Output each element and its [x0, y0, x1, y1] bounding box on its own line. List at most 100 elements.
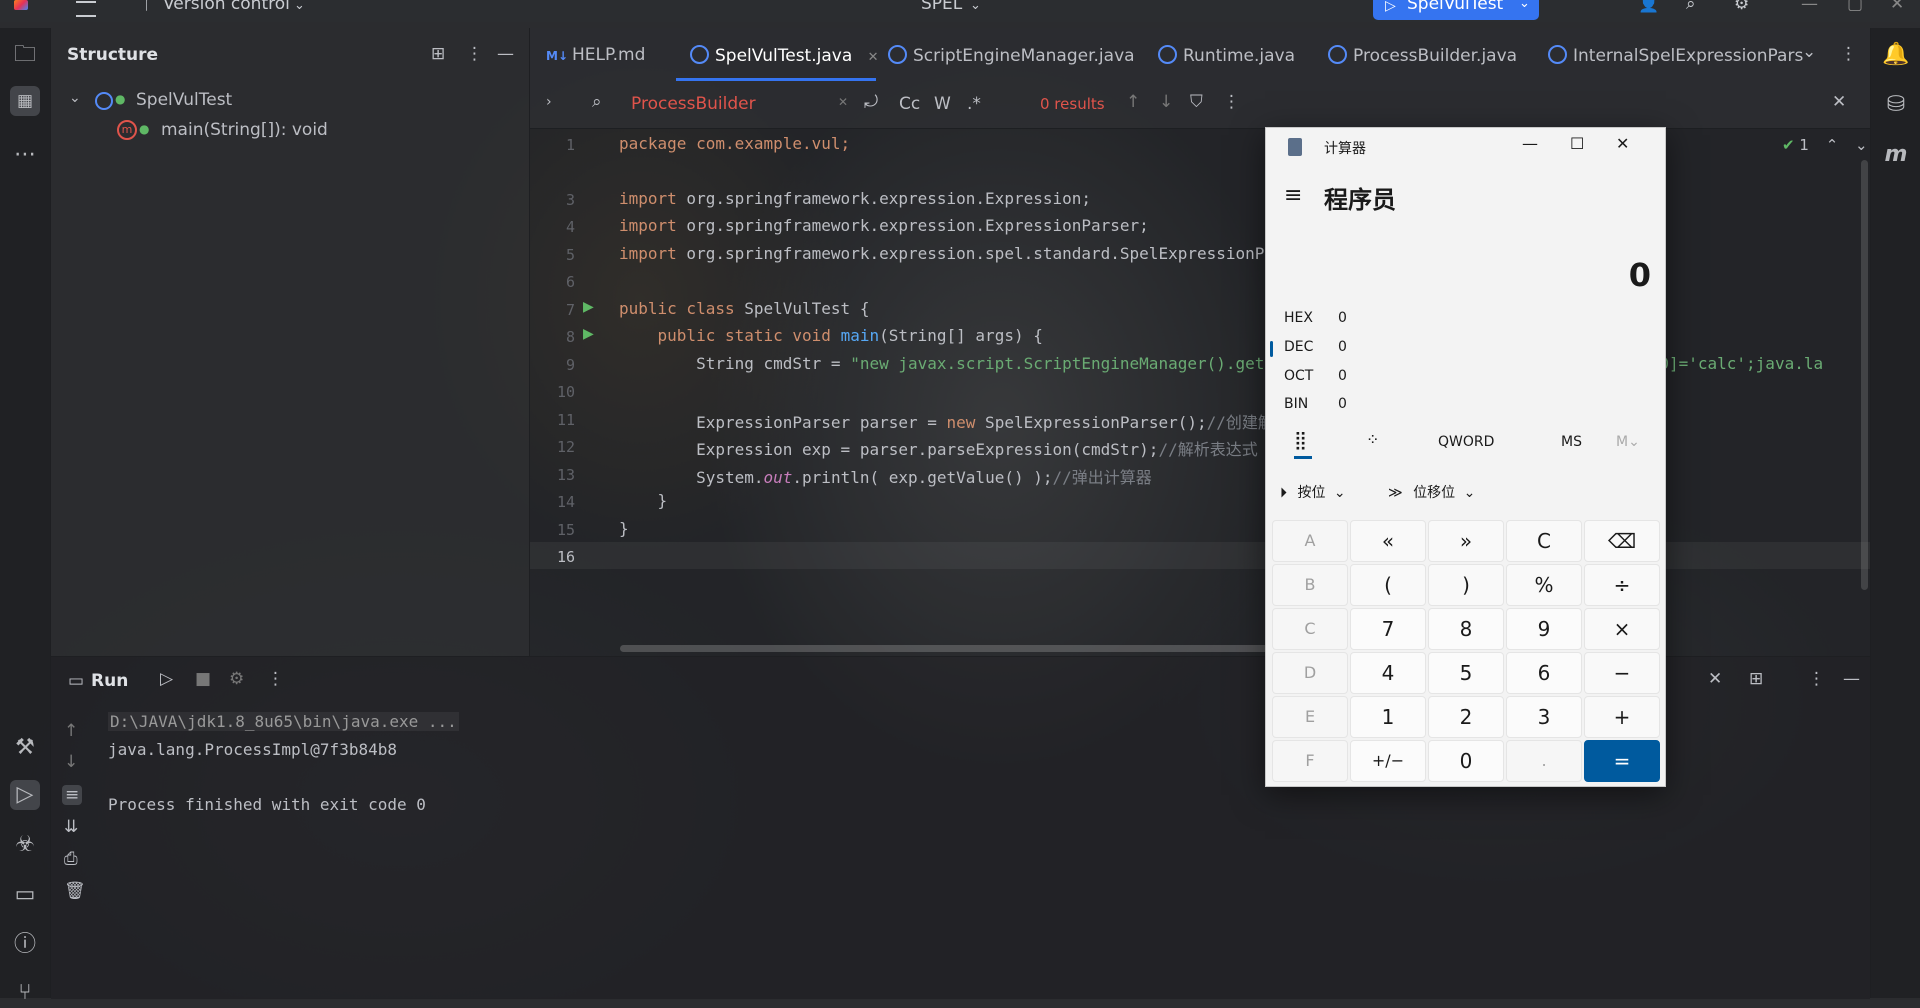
close-run-tab-icon[interactable]: ✕ [1708, 669, 1722, 689]
problems-icon[interactable]: ⓘ [10, 930, 40, 960]
key-decimal[interactable]: . [1506, 740, 1582, 782]
calc-minimize-icon[interactable]: — [1522, 134, 1538, 153]
close-find-icon[interactable]: ✕ [1832, 92, 1846, 112]
tab-processbuilder[interactable]: ProcessBuilder.java [1328, 45, 1517, 66]
search-everywhere-icon[interactable]: ⌕ [1686, 0, 1696, 14]
key-add[interactable]: + [1584, 696, 1660, 738]
rerun-failed-icon[interactable]: ⚙ [229, 669, 244, 689]
app-logo-icon[interactable] [14, 0, 28, 10]
soft-wrap-icon[interactable]: ≡ [62, 785, 83, 805]
structure-options-icon[interactable]: ⊞ [431, 44, 445, 64]
layout-icon[interactable]: ⊞ [1749, 669, 1763, 689]
key-hex-c[interactable]: C [1272, 608, 1348, 650]
run-gutter-icon[interactable]: ▶ [583, 299, 594, 315]
bitshift-dropdown[interactable]: ≫ 位移位 ⌄ [1388, 482, 1475, 502]
more-tools-icon[interactable]: ⋯ [10, 140, 40, 170]
word-size-button[interactable]: QWORD [1438, 434, 1494, 450]
project-chevron-icon[interactable]: ⌄ [970, 0, 981, 13]
key-8[interactable]: 8 [1428, 608, 1504, 650]
key-5[interactable]: 5 [1428, 652, 1504, 694]
whole-word-toggle[interactable]: W [934, 94, 951, 114]
key-hex-a[interactable]: A [1272, 520, 1348, 562]
maximize-window-icon[interactable]: ▢ [1847, 0, 1863, 14]
tabs-dropdown-icon[interactable]: ⌄ [1802, 42, 1816, 62]
previous-match-icon[interactable]: ↑ [1126, 92, 1140, 112]
key-hex-f[interactable]: F [1272, 740, 1348, 782]
radix-row-bin[interactable]: BIN 0 [1266, 396, 1665, 420]
scroll-up-icon[interactable]: ↑ [64, 721, 78, 741]
structure-minimize-icon[interactable]: — [497, 44, 514, 64]
clear-console-icon[interactable]: 🗑 [64, 881, 86, 901]
radix-row-dec[interactable]: DEC 0 [1266, 339, 1665, 363]
project-name[interactable]: SPEL [921, 0, 962, 14]
tabs-more-icon[interactable]: ⋮ [1840, 44, 1857, 64]
memory-recall-button[interactable]: M⌄ [1616, 434, 1640, 450]
key-4[interactable]: 4 [1350, 652, 1426, 694]
key-multiply[interactable]: × [1584, 608, 1660, 650]
key-open-paren[interactable]: ( [1350, 564, 1426, 606]
build-hammer-icon[interactable]: ⚒ [10, 733, 40, 763]
regex-toggle[interactable]: .* [967, 94, 981, 114]
minimize-window-icon[interactable]: — [1801, 0, 1818, 14]
run-more-icon[interactable]: ⋮ [267, 669, 284, 689]
tab-internalspelexpressionparser[interactable]: InternalSpelExpressionPars [1548, 45, 1803, 66]
tree-node-method[interactable]: m ● main(String[]): void [117, 120, 497, 144]
terminal-icon[interactable]: ▭ [10, 880, 40, 910]
stop-icon[interactable]: ■ [195, 669, 211, 689]
key-backspace[interactable]: ⌫ [1584, 520, 1660, 562]
main-menu-icon[interactable] [76, 1, 96, 17]
settings-gear-icon[interactable]: ⚙ [1734, 0, 1749, 14]
print-icon[interactable]: ⎙ [64, 849, 78, 869]
project-folder-icon[interactable]: 🗀 [10, 40, 40, 70]
run-panel-options-icon[interactable]: ⋮ [1808, 669, 1825, 689]
match-case-toggle[interactable]: Cc [899, 94, 920, 114]
run-config-button[interactable]: ▷ SpelVulTest ⌄ [1373, 0, 1539, 20]
run-tool-icon[interactable]: ▷ [10, 780, 40, 810]
structure-icon[interactable]: ▦ [10, 86, 40, 116]
key-9[interactable]: 9 [1506, 608, 1582, 650]
close-tab-icon[interactable]: ✕ [868, 50, 879, 65]
hide-run-panel-icon[interactable]: — [1843, 669, 1860, 689]
bitwise-dropdown[interactable]: ⏵ 按位 ⌄ [1280, 482, 1346, 502]
key-rotate-right[interactable]: » [1428, 520, 1504, 562]
wrap-search-icon[interactable]: ⤾ [864, 92, 878, 112]
tab-help-md[interactable]: M↓ HELP.md [546, 45, 645, 65]
key-7[interactable]: 7 [1350, 608, 1426, 650]
structure-more-icon[interactable]: ⋮ [466, 44, 483, 64]
next-highlight-icon[interactable]: ⌄ [1855, 136, 1868, 154]
key-negate[interactable]: +/− [1350, 740, 1426, 782]
vcs-menu[interactable]: Version control [163, 0, 290, 14]
key-hex-b[interactable]: B [1272, 564, 1348, 606]
git-icon[interactable]: ⑂ [10, 978, 40, 1008]
key-rotate-left[interactable]: « [1350, 520, 1426, 562]
key-equals[interactable]: = [1584, 740, 1660, 782]
run-config-chevron-icon[interactable]: ⌄ [1519, 0, 1530, 11]
key-6[interactable]: 6 [1506, 652, 1582, 694]
filter-icon[interactable]: ⛉ [1190, 92, 1203, 112]
inspection-widget[interactable]: ✔ 1 ⌃ ⌄ [1782, 136, 1868, 154]
next-match-icon[interactable]: ↓ [1159, 92, 1173, 112]
run-gutter-icon[interactable]: ▶ [583, 326, 594, 342]
calc-nav-menu-icon[interactable]: ≡ [1284, 183, 1302, 208]
search-input[interactable]: ProcessBuilder [631, 94, 756, 114]
calc-maximize-icon[interactable]: ☐ [1570, 134, 1584, 153]
key-2[interactable]: 2 [1428, 696, 1504, 738]
prev-highlight-icon[interactable]: ⌃ [1826, 136, 1839, 154]
radix-row-hex[interactable]: HEX 0 [1266, 310, 1665, 334]
key-subtract[interactable]: − [1584, 652, 1660, 694]
search-icon[interactable]: ⌕ [592, 92, 602, 112]
bit-toggle-keypad-icon[interactable]: ⁘ [1366, 430, 1379, 449]
key-close-paren[interactable]: ) [1428, 564, 1504, 606]
key-0[interactable]: 0 [1428, 740, 1504, 782]
full-keypad-icon[interactable]: ⣿ [1294, 430, 1307, 451]
tab-runtime[interactable]: Runtime.java [1158, 45, 1295, 66]
key-hex-d[interactable]: D [1272, 652, 1348, 694]
scroll-to-end-icon[interactable]: ⇊ [64, 817, 78, 837]
add-user-icon[interactable]: 👤 [1638, 0, 1659, 14]
clear-search-icon[interactable]: ✕ [838, 95, 848, 109]
vcs-chevron-icon[interactable]: ⌄ [294, 0, 305, 13]
key-1[interactable]: 1 [1350, 696, 1426, 738]
memory-store-button[interactable]: MS [1561, 434, 1582, 450]
key-clear[interactable]: C [1506, 520, 1582, 562]
key-3[interactable]: 3 [1506, 696, 1582, 738]
